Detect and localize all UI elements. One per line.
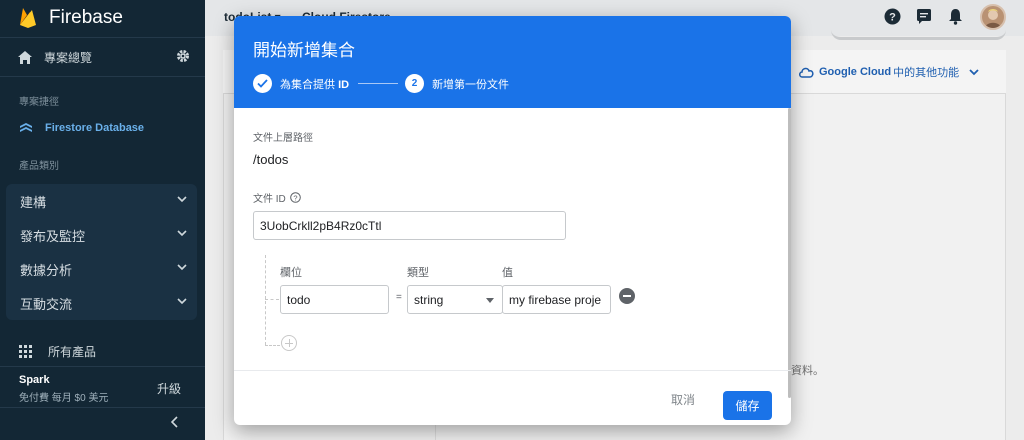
field-type-value: string	[414, 293, 444, 307]
sidebar-category-analytics[interactable]: 數據分析	[6, 252, 197, 286]
tree-line	[265, 255, 266, 345]
parent-path-value: /todos	[253, 152, 289, 167]
cloud-icon	[799, 67, 814, 78]
background-tail-text: 資料。	[791, 365, 824, 377]
add-field-button[interactable]	[281, 335, 297, 351]
category-label: 互動交流	[20, 296, 73, 312]
collapse-sidebar-icon[interactable]	[171, 416, 179, 428]
step-2-label: 新增第一份文件	[432, 78, 510, 91]
field-name-input[interactable]: todo	[280, 285, 389, 314]
tree-branch	[265, 345, 280, 346]
sidebar-category-release[interactable]: 發布及監控	[6, 218, 197, 252]
category-label: 數據分析	[20, 262, 73, 278]
firebase-logo-icon	[20, 8, 36, 28]
step-1-label: 為集合提供 ID	[280, 76, 349, 92]
stepper: 為集合提供 ID 2 新增第一份文件	[253, 74, 772, 93]
type-column-label: 類型	[407, 267, 429, 279]
dropdown-caret-icon	[486, 298, 494, 303]
all-products-label: 所有產品	[48, 344, 97, 359]
tree-branch	[265, 299, 279, 300]
doc-id-label: 文件 ID	[253, 194, 286, 205]
sidebar-category-engage[interactable]: 互動交流	[6, 286, 197, 320]
start-collection-dialog: 開始新增集合 為集合提供 ID 2 新增第一份文件 文件上層路徑 /todos …	[234, 16, 791, 425]
google-cloud-brand: Google Cloud	[819, 66, 892, 78]
parent-path-label: 文件上層路徑	[253, 133, 313, 144]
categories-title: 產品類別	[19, 161, 59, 172]
step-1-bold: ID	[338, 78, 350, 91]
check-icon	[257, 79, 268, 88]
sidebar-category-build[interactable]: 建構	[6, 184, 197, 218]
dialog-title: 開始新增集合	[253, 41, 355, 60]
plan-panel: Spark 免付費 每月 $0 美元 升級	[0, 366, 205, 408]
chevron-down-icon	[177, 264, 187, 271]
field-column-label: 欄位	[280, 267, 302, 279]
dialog-header: 開始新增集合 為集合提供 ID 2 新增第一份文件	[234, 16, 791, 108]
step-1-complete	[253, 74, 272, 93]
equals-sign: =	[396, 292, 402, 303]
brand-name: Firebase	[49, 7, 123, 28]
cancel-button[interactable]: 取消	[671, 391, 695, 408]
home-icon	[18, 50, 32, 64]
chevron-down-icon	[177, 196, 187, 203]
sidebar: Firebase 專案總覽 專案捷徑 Firestore Database 產品…	[0, 0, 205, 440]
save-button[interactable]: 儲存	[723, 391, 772, 420]
chevron-down-icon	[969, 68, 979, 75]
gear-icon[interactable]	[176, 49, 190, 63]
dialog-scrollbar[interactable]	[788, 108, 791, 398]
remove-field-button[interactable]	[619, 288, 635, 304]
minus-icon	[623, 295, 631, 297]
all-products-item[interactable]: 所有產品	[0, 337, 205, 365]
doc-id-input[interactable]: 3UobCrkll2pB4Rz0cTtl	[253, 211, 566, 240]
shortcuts-title: 專案捷徑	[19, 97, 59, 108]
firestore-icon	[20, 123, 32, 132]
google-cloud-link[interactable]: Google Cloud 中的其他功能	[798, 64, 979, 80]
doc-id-label-row: 文件 ID ?	[253, 190, 301, 205]
project-overview-item[interactable]: 專案總覽	[0, 37, 205, 77]
google-cloud-rest: 中的其他功能	[893, 67, 960, 79]
step-1-prefix: 為集合提供	[280, 78, 335, 91]
category-label: 建構	[20, 194, 47, 210]
field-type-select[interactable]: string	[407, 285, 503, 314]
firestore-label: Firestore Database	[45, 122, 145, 134]
category-list: 建構 發布及監控 數據分析 互動交流	[6, 184, 197, 320]
chevron-down-icon	[177, 230, 187, 237]
help-circle-icon[interactable]: ?	[289, 192, 301, 203]
dialog-body: 文件上層路徑 /todos 文件 ID ? 3UobCrkll2pB4Rz0cT…	[234, 108, 791, 370]
category-label: 發布及監控	[20, 228, 86, 244]
value-column-label: 值	[502, 267, 513, 279]
field-value-input[interactable]: my firebase proje	[502, 285, 611, 314]
grid-icon	[19, 344, 32, 358]
overview-label: 專案總覽	[44, 50, 93, 65]
upgrade-button[interactable]: 升級	[157, 380, 181, 397]
background-search-shape	[831, 18, 1006, 40]
chevron-down-icon	[177, 298, 187, 305]
sidebar-item-firestore[interactable]: Firestore Database	[0, 114, 205, 142]
svg-text:?: ?	[293, 193, 297, 202]
step-connector	[358, 83, 399, 84]
dialog-footer: 取消 儲存	[234, 370, 791, 425]
brand[interactable]: Firebase	[0, 0, 205, 36]
step-2-number: 2	[405, 74, 425, 93]
